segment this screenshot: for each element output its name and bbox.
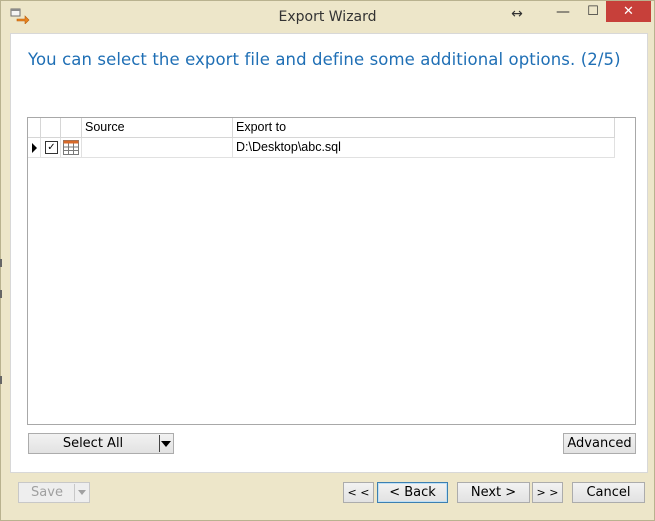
row-checkbox[interactable]: ✓ xyxy=(45,141,58,154)
next-button[interactable]: Next > xyxy=(457,482,530,503)
minimize-button[interactable]: — xyxy=(549,1,577,23)
column-header-export-to[interactable]: Export to xyxy=(233,118,615,137)
page-heading: You can select the export file and defin… xyxy=(28,50,621,69)
select-all-label: Select All xyxy=(62,436,124,451)
resize-icon[interactable]: ↔ xyxy=(503,3,531,25)
save-divider xyxy=(74,484,75,501)
window-edge-mark xyxy=(0,376,2,384)
window-edge-mark xyxy=(0,290,2,298)
export-wizard-window: Export Wizard ↔ — ☐ ✕ You can select the… xyxy=(0,0,655,521)
row-indicator-icon xyxy=(32,143,37,153)
maximize-icon: ☐ xyxy=(587,4,599,19)
chevron-down-icon[interactable] xyxy=(161,441,171,447)
select-all-button[interactable]: Select All xyxy=(28,433,174,454)
last-page-button[interactable]: > > xyxy=(532,482,563,503)
save-label: Save xyxy=(31,485,63,500)
export-to-cell[interactable]: D:\Desktop\abc.sql xyxy=(233,138,615,157)
chevron-down-icon[interactable] xyxy=(78,490,86,495)
cancel-button[interactable]: Cancel xyxy=(572,482,645,503)
advanced-button[interactable]: Advanced xyxy=(563,433,636,454)
first-page-button[interactable]: < < xyxy=(343,482,374,503)
close-button[interactable]: ✕ xyxy=(606,1,651,22)
row-indicator-cell xyxy=(28,138,41,157)
title-bar[interactable]: Export Wizard ↔ — ☐ ✕ xyxy=(1,1,654,32)
back-button[interactable]: < Back xyxy=(377,482,448,503)
select-all-divider xyxy=(159,435,160,452)
header-icon-cell xyxy=(61,118,82,137)
header-indicator-cell xyxy=(28,118,41,137)
table-row[interactable]: ✓ D:\Desktop\abc.sql xyxy=(28,138,615,158)
minimize-icon: — xyxy=(556,4,570,20)
window-edge-mark xyxy=(0,259,2,267)
source-cell[interactable] xyxy=(82,138,233,157)
close-icon: ✕ xyxy=(623,4,634,19)
table-icon xyxy=(63,140,79,155)
header-check-cell xyxy=(41,118,61,137)
grid-header: Source Export to xyxy=(28,118,615,138)
maximize-button[interactable]: ☐ xyxy=(579,1,607,23)
export-file-grid[interactable]: Source Export to ✓ D:\Desktop\abc.sql xyxy=(27,117,636,425)
wizard-content: You can select the export file and defin… xyxy=(10,33,648,473)
column-header-source[interactable]: Source xyxy=(82,118,233,137)
save-button[interactable]: Save xyxy=(18,482,90,503)
